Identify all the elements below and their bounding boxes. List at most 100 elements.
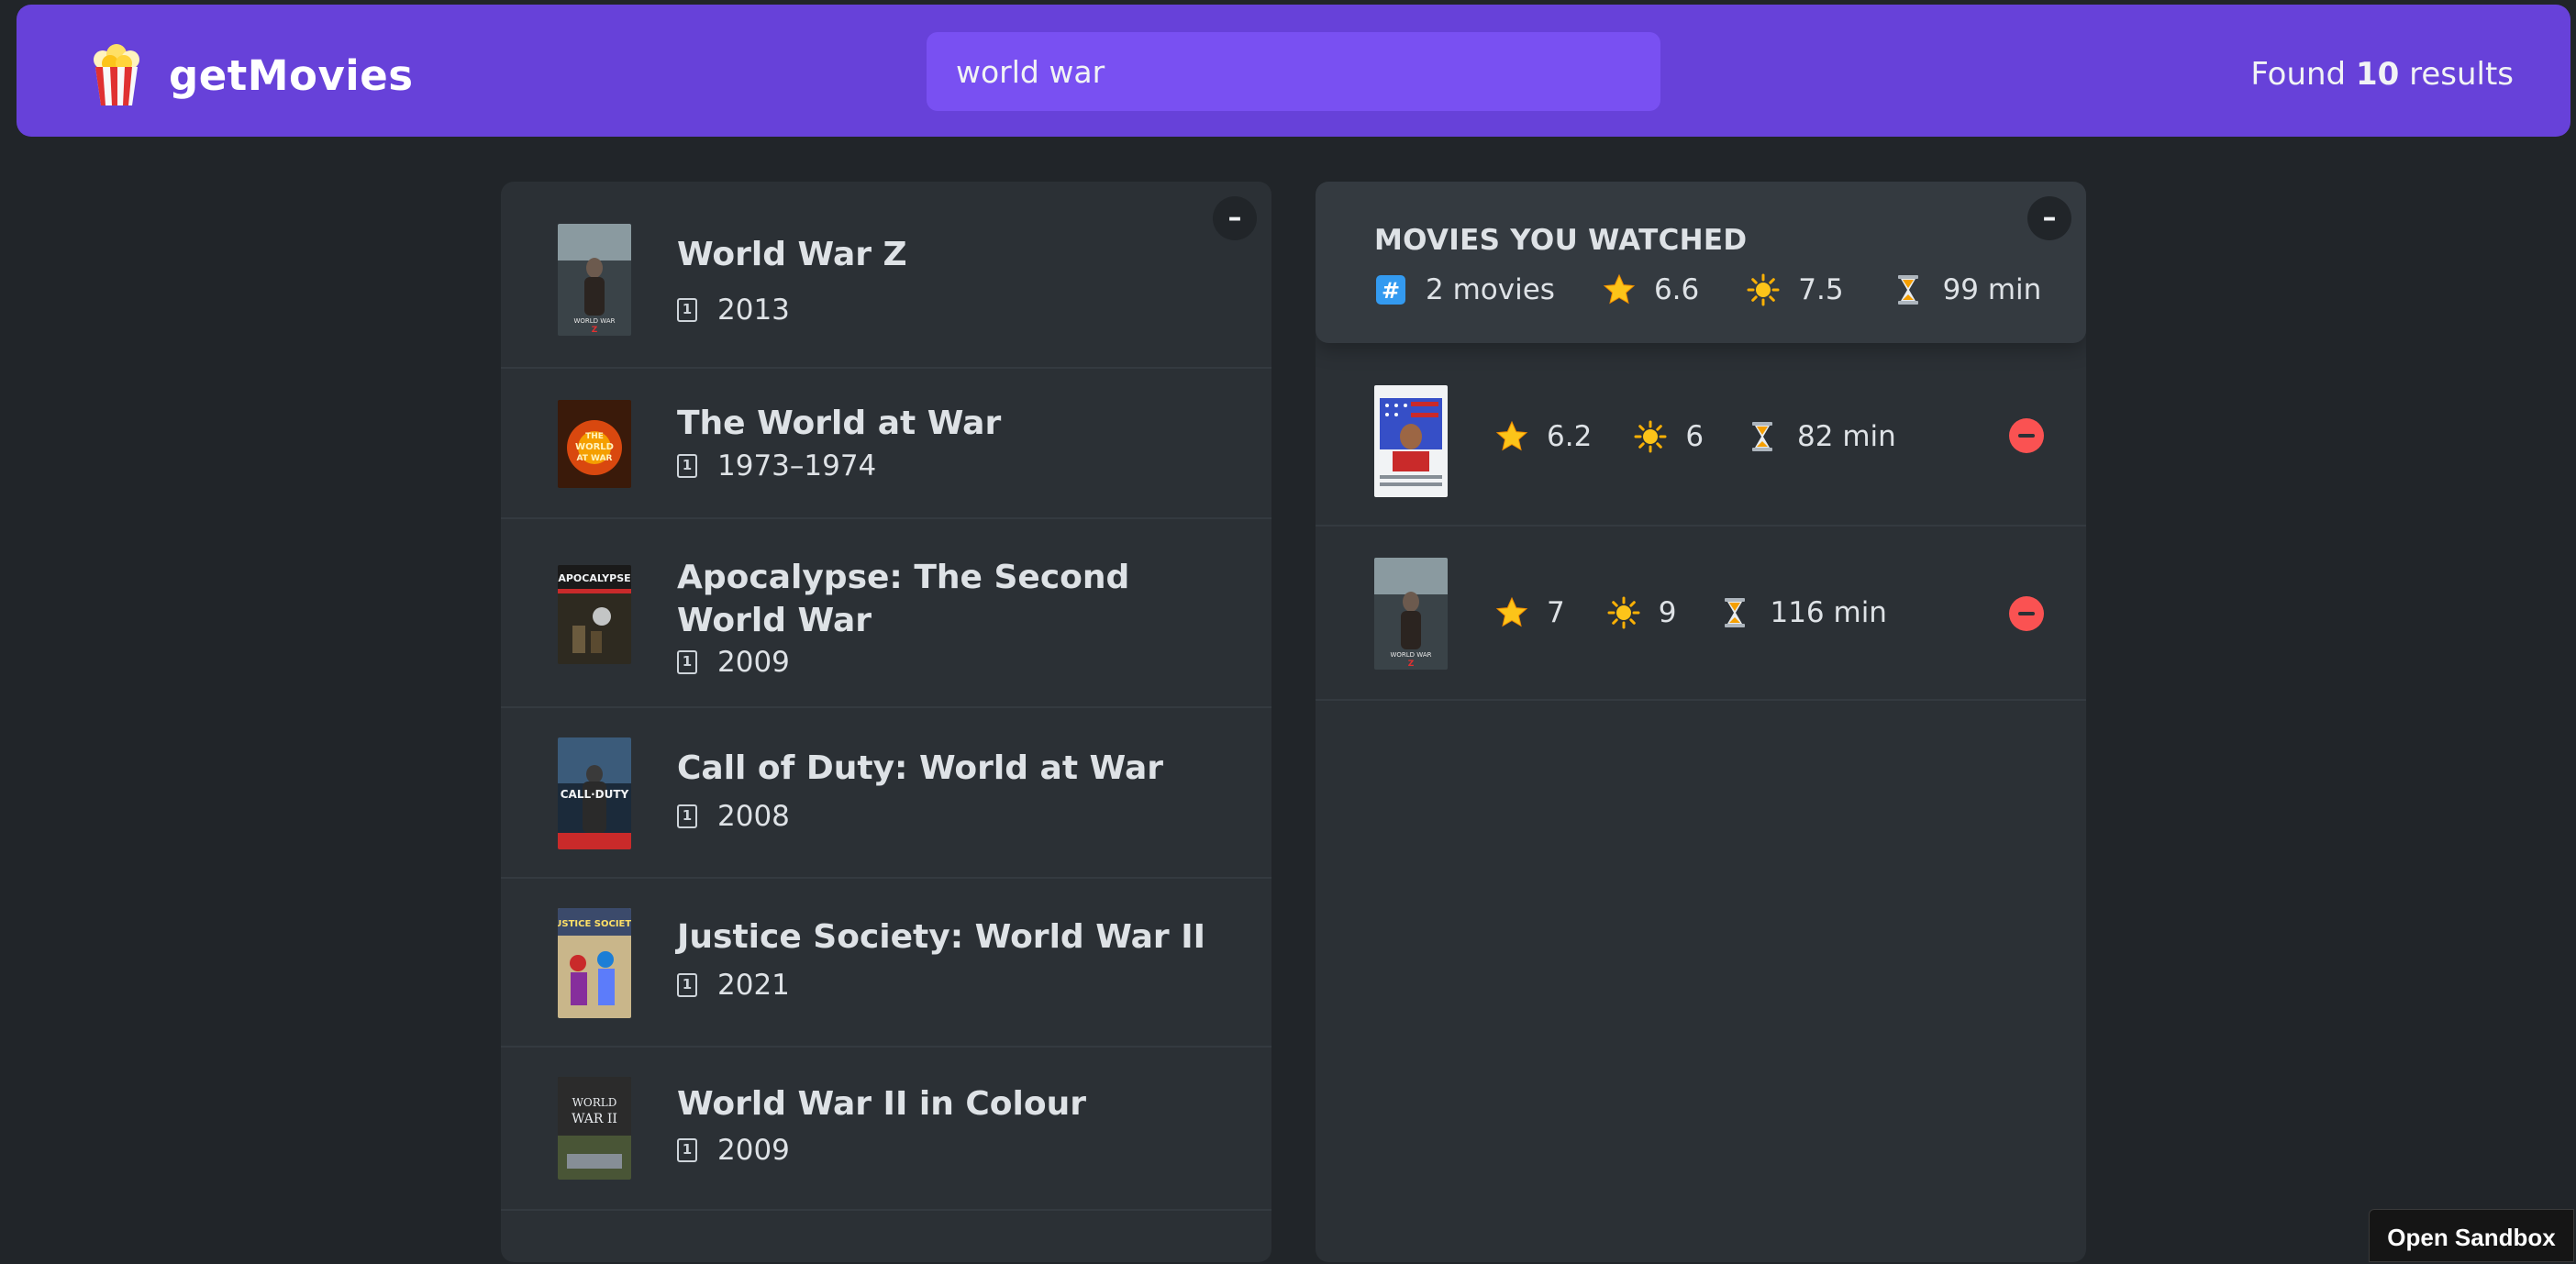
svg-text:APOCALYPSE: APOCALYPSE — [558, 572, 630, 584]
summary-user-avg: 7.5 — [1798, 273, 1844, 306]
search-input[interactable] — [927, 32, 1660, 111]
movie-title: The World at War — [677, 405, 1002, 442]
watched-list: 6.2 6 82 min WORLD WAR Z 7 9 116 min — [1316, 343, 2086, 701]
movie-year: 1 1973–1974 — [677, 449, 876, 482]
stat-runtime: 99 min — [1892, 273, 2042, 306]
movie-item[interactable]: THE WORLD AT WAR The World at War 1 1973… — [501, 369, 1271, 519]
movie-item[interactable]: JUSTICE SOCIETY Justice Society: World W… — [501, 879, 1271, 1048]
svg-text:CALL·DUTY: CALL·DUTY — [561, 788, 629, 801]
svg-text:#: # — [1382, 278, 1400, 304]
calendar-icon: 1 — [677, 973, 697, 997]
movie-year: 1 2021 — [677, 969, 790, 1002]
popcorn-icon — [90, 43, 143, 107]
logo: getMovies — [90, 43, 414, 107]
results-prefix: Found — [2250, 56, 2356, 93]
remove-icon[interactable] — [2009, 596, 2044, 631]
movie-year-value: 2008 — [717, 800, 790, 833]
watched-imdb: 7 — [1547, 596, 1565, 629]
svg-text:WORLD WAR: WORLD WAR — [573, 317, 615, 325]
remove-icon[interactable] — [2009, 418, 2044, 453]
movie-item[interactable]: CALL·DUTY Call of Duty: World at War 1 2… — [501, 708, 1271, 879]
star-icon — [1603, 273, 1636, 306]
movie-title: World War II in Colour — [677, 1085, 1086, 1123]
movie-year-value: 2013 — [717, 294, 790, 327]
movie-year-value: 2009 — [717, 646, 790, 679]
summary-imdb-avg: 6.6 — [1653, 273, 1700, 306]
results-number: 10 — [2355, 56, 2400, 93]
calendar-icon: 1 — [677, 804, 697, 828]
movie-year-value: 1973–1974 — [717, 449, 877, 482]
watched-user: 6 — [1685, 420, 1704, 453]
watched-runtime: 116 min — [1770, 596, 1887, 629]
sun-icon — [1747, 273, 1780, 306]
watched-runtime: 82 min — [1797, 420, 1896, 453]
calendar-icon: 1 — [677, 298, 697, 322]
movie-item[interactable]: WORLD WAR Z World War Z 1 2013 — [501, 182, 1271, 369]
poster-world-war-z: WORLD WAR Z — [558, 224, 631, 336]
app-title: getMovies — [169, 50, 414, 100]
stat-imdb: 7 — [1495, 596, 1565, 629]
sun-icon — [1607, 596, 1640, 629]
results-count: Found 10 results — [2250, 56, 2514, 93]
poster-call-of-duty: CALL·DUTY — [558, 737, 631, 849]
toggle-results-button[interactable]: – — [1213, 196, 1257, 240]
stat-imdb: 6.6 — [1603, 273, 1699, 306]
summary-stats: # 2 movies 6.6 7.5 99 min — [1374, 273, 2041, 306]
stat-runtime: 82 min — [1746, 420, 1896, 453]
movie-year: 1 2009 — [677, 1134, 790, 1167]
stat-runtime: 116 min — [1718, 596, 1887, 629]
movie-title: Justice Society: World War II — [677, 918, 1205, 956]
movie-title: Call of Duty: World at War — [677, 749, 1164, 787]
stat-user: 6 — [1634, 420, 1704, 453]
toggle-watched-button[interactable]: – — [2027, 196, 2071, 240]
movie-year: 1 2008 — [677, 800, 790, 833]
movie-year: 1 2009 — [677, 646, 790, 679]
star-icon — [1495, 596, 1528, 629]
hourglass-icon — [1746, 420, 1779, 453]
sun-icon — [1634, 420, 1667, 453]
movie-year: 1 2013 — [677, 294, 790, 327]
stat-imdb: 6.2 — [1495, 420, 1592, 453]
poster-world-at-war: THE WORLD AT WAR — [558, 400, 631, 488]
hash-icon: # — [1374, 273, 1407, 306]
hourglass-icon — [1892, 273, 1925, 306]
stat-user: 9 — [1607, 596, 1677, 629]
svg-text:Z: Z — [1408, 660, 1415, 669]
watched-item: WORLD WAR Z 7 9 116 min — [1316, 527, 2086, 701]
svg-text:WORLD: WORLD — [572, 1096, 617, 1109]
svg-text:AT WAR: AT WAR — [577, 454, 613, 463]
watched-stats: 7 9 116 min — [1495, 596, 1929, 629]
svg-text:THE: THE — [585, 432, 604, 441]
watched-imdb: 6.2 — [1547, 420, 1593, 453]
movie-year-value: 2021 — [717, 969, 790, 1002]
poster-world-war-z: WORLD WAR Z — [1374, 558, 1448, 670]
calendar-icon: 1 — [677, 1138, 697, 1162]
watched-user: 9 — [1658, 596, 1677, 629]
svg-text:Z: Z — [592, 326, 598, 335]
movie-year-value: 2009 — [717, 1134, 790, 1167]
movie-item[interactable]: WORLD WAR II World War II in Colour 1 20… — [501, 1048, 1271, 1211]
watched-box: – MOVIES YOU WATCHED # 2 movies 6.6 7.5 — [1316, 182, 2086, 1262]
svg-text:JUSTICE SOCIETY: JUSTICE SOCIETY — [558, 919, 631, 929]
hourglass-icon — [1718, 596, 1751, 629]
movie-title: Apocalypse: The Second World War — [677, 559, 1130, 639]
search-results-box: – WORLD WAR Z World War Z 1 2013 THE WOR… — [501, 182, 1271, 1262]
watched-stats: 6.2 6 82 min — [1495, 420, 1938, 453]
svg-text:WORLD: WORLD — [575, 442, 614, 452]
svg-text:WORLD WAR: WORLD WAR — [1390, 651, 1431, 659]
stat-count: # 2 movies — [1374, 273, 1555, 306]
poster-ww2-colour: WORLD WAR II — [558, 1077, 631, 1180]
watched-summary: – MOVIES YOU WATCHED # 2 movies 6.6 7.5 — [1316, 182, 2086, 343]
watched-item: 6.2 6 82 min — [1316, 343, 2086, 527]
summary-count: 2 movies — [1426, 273, 1555, 306]
movie-list: WORLD WAR Z World War Z 1 2013 THE WORLD… — [501, 182, 1271, 1211]
movie-title: World War Z — [677, 236, 907, 273]
summary-runtime-avg: 99 min — [1942, 273, 2042, 306]
svg-text:WAR II: WAR II — [572, 1112, 617, 1126]
navbar: getMovies Found 10 results — [17, 5, 2570, 137]
calendar-icon: 1 — [677, 650, 697, 674]
results-suffix: results — [2399, 56, 2514, 93]
summary-title: MOVIES YOU WATCHED — [1374, 224, 1748, 257]
open-sandbox-button[interactable]: Open Sandbox — [2369, 1209, 2574, 1262]
movie-item[interactable]: APOCALYPSE Apocalypse: The Second World … — [501, 519, 1271, 708]
